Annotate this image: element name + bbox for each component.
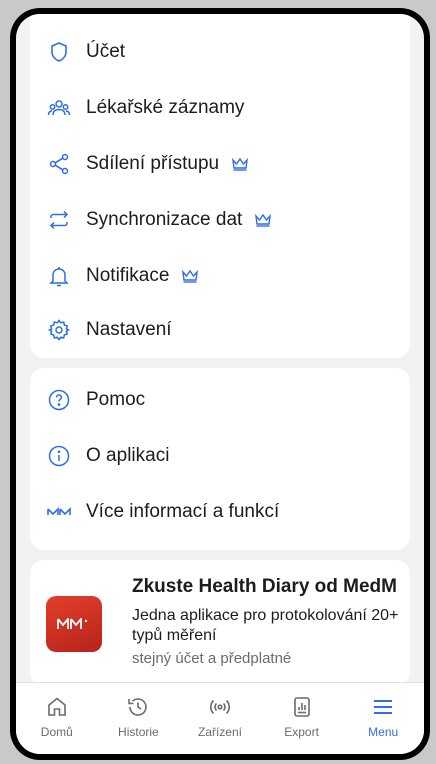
tab-label: Zařízení <box>197 725 242 739</box>
tab-home[interactable]: Domů <box>16 683 98 754</box>
menu-icon <box>374 700 393 714</box>
menu-item-label: Lékařské záznamy <box>86 97 245 118</box>
home-icon <box>47 697 66 716</box>
promo-description: Jedna aplikace pro protokolování 20+ typ… <box>132 607 399 644</box>
sync-icon <box>46 207 72 233</box>
medm-logo-icon <box>46 499 72 525</box>
promo-subtitle: stejný účet a předplatné <box>132 650 292 667</box>
tab-menu[interactable]: Menu <box>342 683 424 754</box>
menu-item-label: O aplikaci <box>86 445 170 466</box>
device-signal-icon <box>210 699 230 715</box>
tab-label: Menu <box>368 725 399 739</box>
tab-devices[interactable]: Zařízení <box>179 683 261 754</box>
menu-item-label: Účet <box>86 41 126 62</box>
info-circle-icon <box>46 443 72 469</box>
shield-icon <box>46 39 72 65</box>
medm-app-logo <box>46 596 102 652</box>
bottom-tab-bar: Domů Historie Zařízení Export Menu <box>16 682 424 754</box>
menu-item-notifications[interactable]: Notifikace <box>30 248 410 304</box>
tab-label: Domů <box>40 725 73 739</box>
bell-icon <box>46 263 72 289</box>
crown-icon <box>231 157 249 171</box>
history-icon <box>128 698 148 716</box>
menu-item-medical-records[interactable]: Lékařské záznamy <box>30 80 410 136</box>
tab-export[interactable]: Export <box>261 683 343 754</box>
menu-item-about[interactable]: O aplikaci <box>30 428 410 484</box>
tab-history[interactable]: Historie <box>98 683 180 754</box>
people-icon <box>46 95 72 121</box>
menu-item-settings[interactable]: Nastavení <box>30 302 410 358</box>
secondary-menu-card: Pomoc O aplikaci Více informací a funkcí <box>30 368 410 550</box>
help-circle-icon <box>46 387 72 413</box>
menu-item-label: Více informací a funkcí <box>86 501 280 522</box>
menu-item-data-sync[interactable]: Synchronizace dat <box>30 192 410 248</box>
crown-icon <box>181 269 199 283</box>
menu-item-help[interactable]: Pomoc <box>30 372 410 428</box>
menu-item-share-access[interactable]: Sdílení přístupu <box>30 136 410 192</box>
promo-card[interactable]: Zkuste Health Diary od MedM Jedna aplika… <box>30 560 410 686</box>
menu-item-more-info[interactable]: Více informací a funkcí <box>30 484 410 540</box>
menu-item-account[interactable]: Účet <box>30 24 410 80</box>
menu-screen: Účet Lékařské záznamy Sdílení přístupu S… <box>16 14 424 754</box>
share-icon <box>46 151 72 177</box>
tab-label: Export <box>284 725 319 739</box>
tab-label: Historie <box>118 725 159 739</box>
gear-icon <box>46 317 72 343</box>
export-icon <box>293 697 310 717</box>
primary-menu-card: Účet Lékařské záznamy Sdílení přístupu S… <box>30 14 410 358</box>
menu-item-label: Nastavení <box>86 319 172 340</box>
menu-item-label: Pomoc <box>86 389 146 410</box>
crown-icon <box>254 213 272 227</box>
promo-title: Zkuste Health Diary od MedM <box>132 576 397 597</box>
menu-item-label: Notifikace <box>86 265 170 286</box>
menu-item-label: Synchronizace dat <box>86 209 243 230</box>
menu-item-label: Sdílení přístupu <box>86 153 220 174</box>
device-frame: Účet Lékařské záznamy Sdílení přístupu S… <box>10 8 430 760</box>
